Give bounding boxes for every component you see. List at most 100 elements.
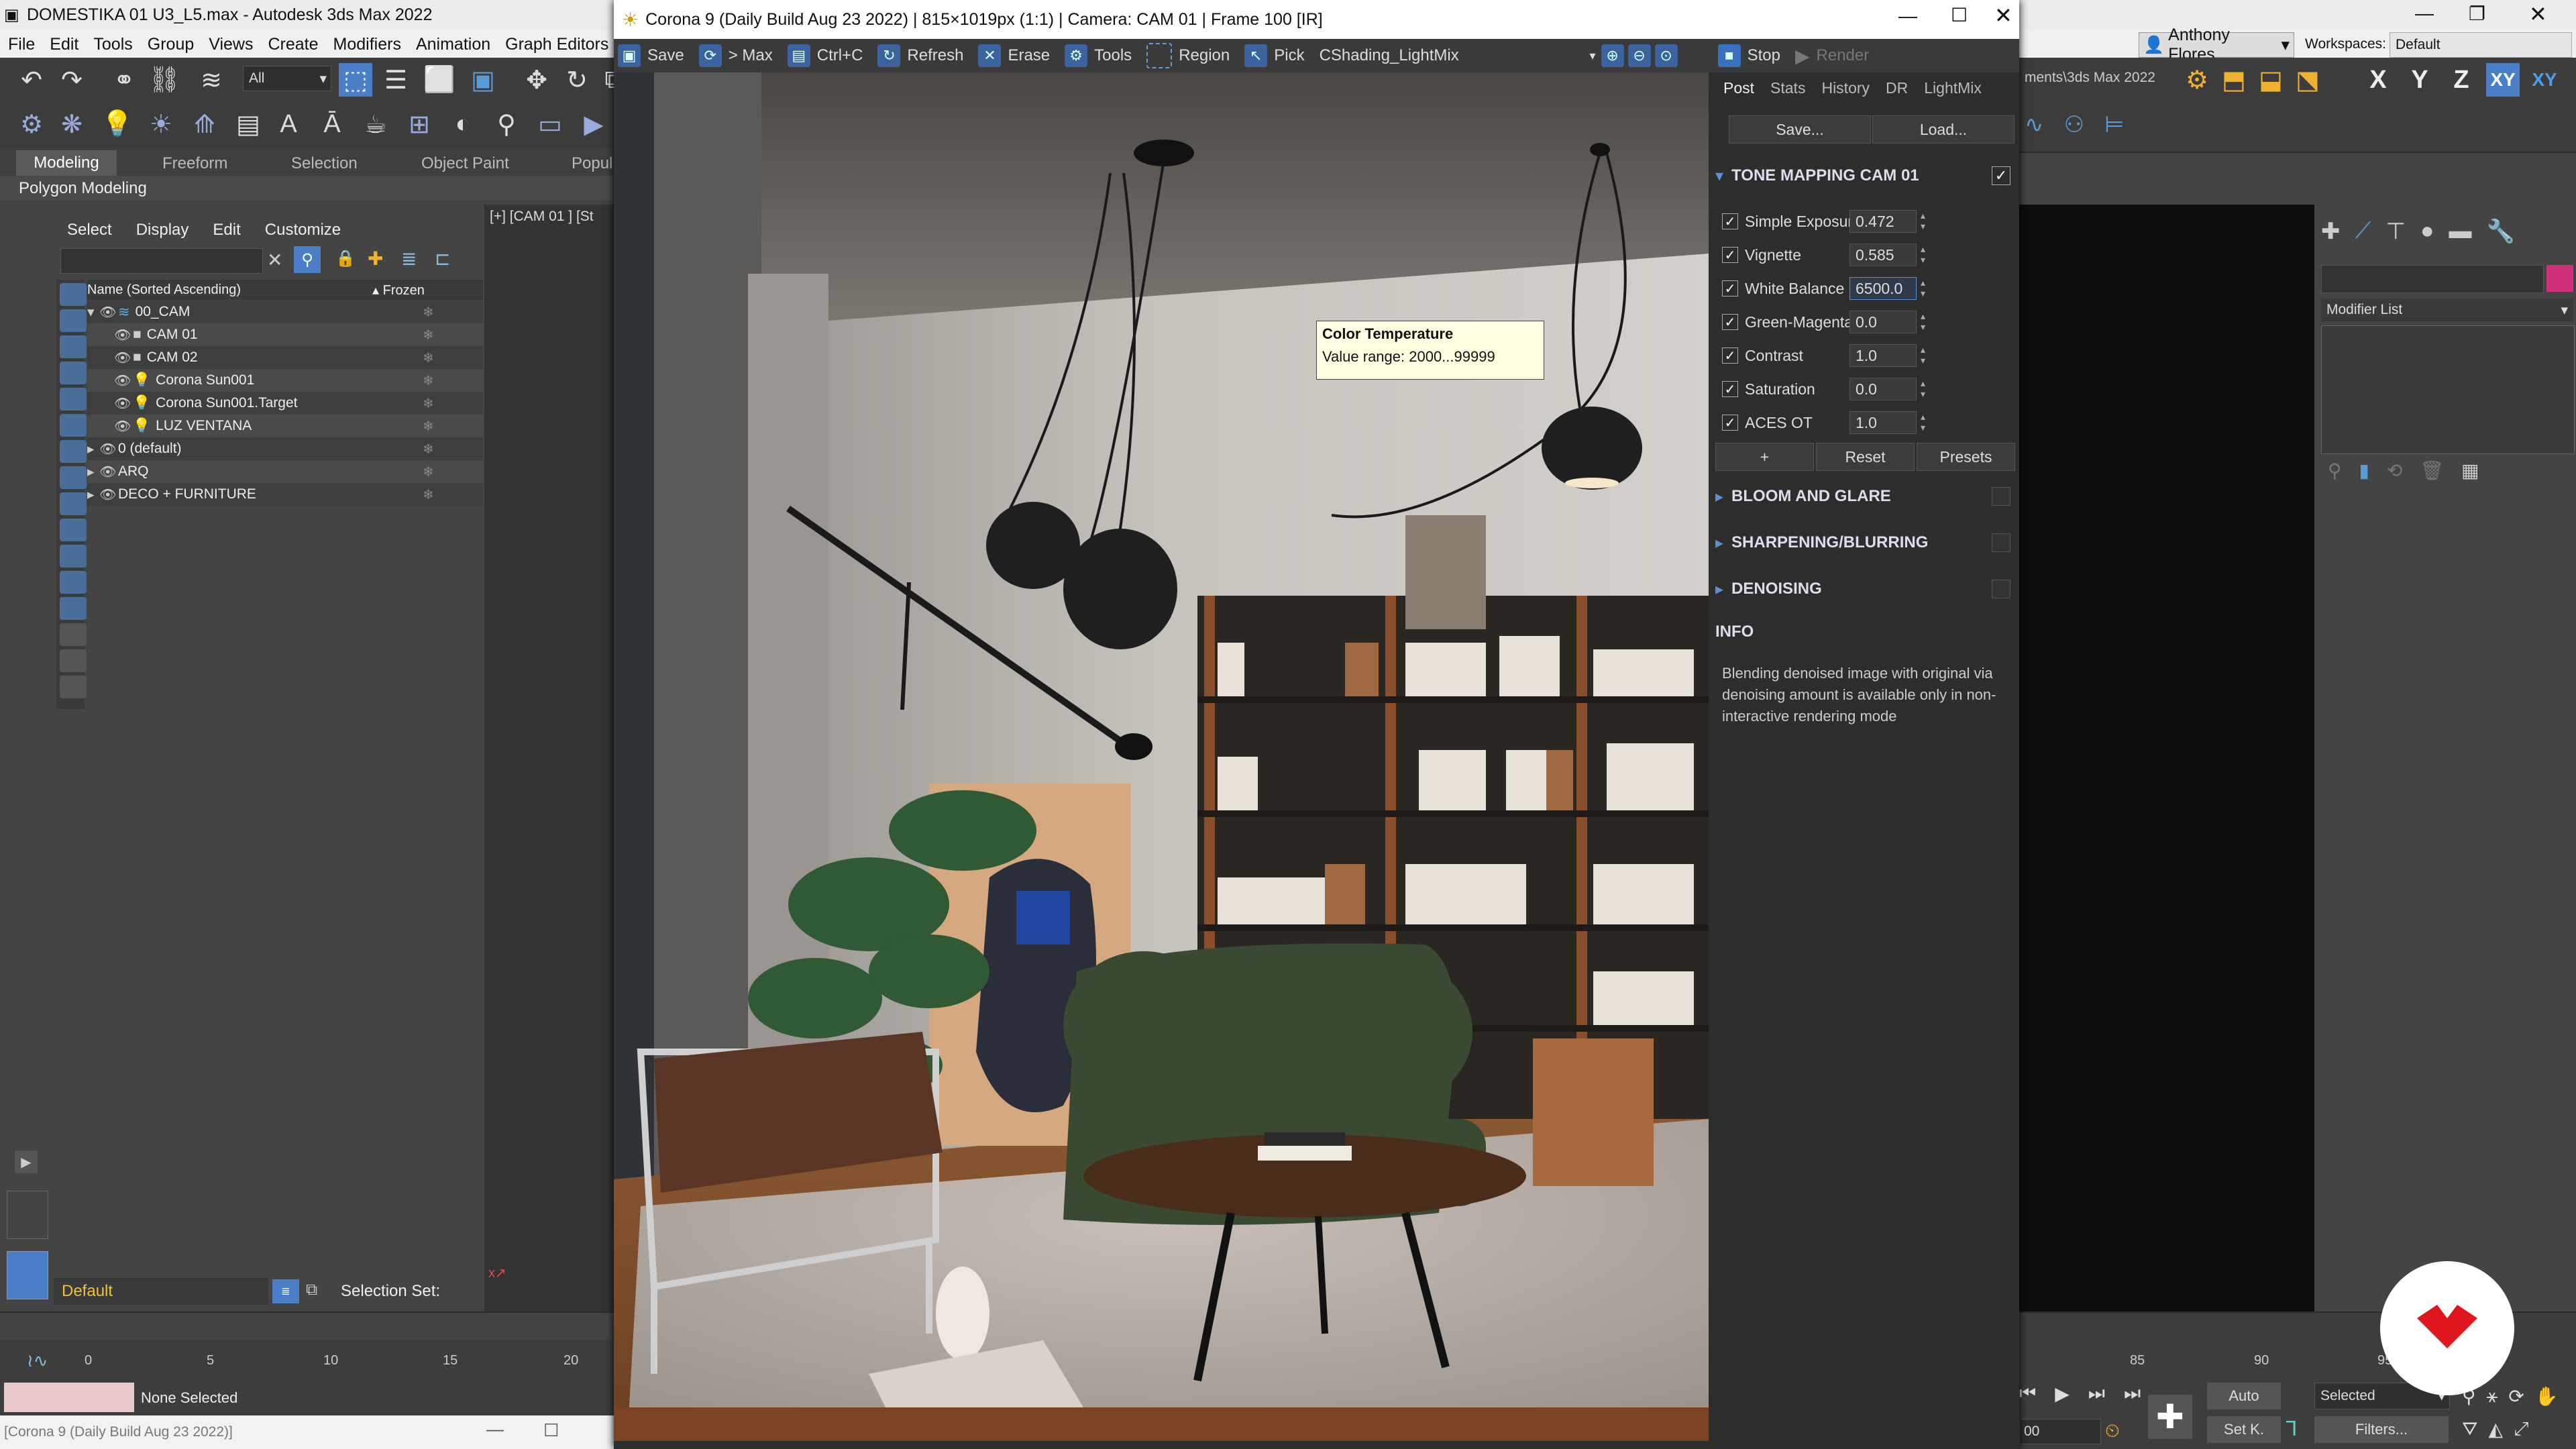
simple-exposure-input[interactable]: 0.472 (1849, 210, 1917, 233)
tab-post[interactable]: Post (1723, 79, 1754, 97)
object-name-input[interactable] (2321, 265, 2544, 293)
display-geometry-icon[interactable] (60, 309, 87, 332)
tree-item[interactable]: 👁 ■ CAM 01 ❄ (87, 323, 483, 346)
bloom-glare-header[interactable]: ▸ BLOOM AND GLARE (1715, 483, 2017, 510)
axis-z-button[interactable]: Z (2445, 63, 2478, 97)
layer-dropdown[interactable]: Default (54, 1278, 268, 1305)
minimize-icon[interactable]: — (1898, 5, 1917, 27)
text-tool-icon[interactable]: A (272, 107, 305, 141)
object-color-swatch[interactable] (2546, 265, 2573, 292)
zoom-fit-icon[interactable]: ⊙ (1654, 44, 1678, 67)
erase-button[interactable]: ✕ Erase (978, 44, 1050, 67)
layer-stack-icon[interactable]: ≣ (272, 1279, 299, 1303)
spinner-icon[interactable]: ▴ ▾ (1921, 411, 1933, 434)
current-frame-field[interactable]: 00 (2019, 1419, 2101, 1444)
explorer-menu-display[interactable]: Display (136, 221, 189, 239)
sharpening-blurring-header[interactable]: ▸ SHARPENING/BLURRING (1715, 529, 2017, 556)
green-magenta-tint-input[interactable]: 0.0 (1849, 311, 1917, 333)
frozen-column-header[interactable]: ▴ Frozen (372, 282, 425, 299)
render-element-dropdown[interactable]: CShading_LightMix ▾ (1320, 42, 1601, 69)
freeze-icon[interactable]: ❄ (423, 395, 434, 412)
axis-x-button[interactable]: X (2361, 63, 2395, 97)
eye-icon[interactable]: 👁 (99, 486, 118, 503)
saturation-checkbox[interactable]: ✓ (1722, 381, 1738, 397)
white-balance-input[interactable]: 6500.0 (1849, 277, 1917, 300)
white-balance-checkbox[interactable]: ✓ (1722, 280, 1738, 297)
menu-file[interactable]: File (8, 35, 35, 54)
menu-tools[interactable]: Tools (93, 35, 132, 54)
tree-item[interactable]: 👁 💡 Corona Sun001.Target ❄ (87, 392, 483, 415)
time-config-icon[interactable]: ⏲ (2105, 1420, 2120, 1442)
explorer-menu-edit[interactable]: Edit (213, 221, 240, 239)
scene-explorer-icon[interactable]: ⚙ (15, 107, 48, 141)
tree-item[interactable]: 👁 💡 LUZ VENTANA ❄ (87, 415, 483, 437)
render-frame-icon[interactable]: ⊞ (402, 107, 436, 141)
modifier-list-dropdown[interactable]: Modifier List ▾ (2321, 299, 2573, 321)
expand-icon[interactable]: ▸ (87, 441, 99, 458)
eye-icon[interactable]: 👁 (99, 441, 118, 458)
aces-ot-input[interactable]: 1.0 (1849, 411, 1917, 434)
tab-object-paint[interactable]: Object Paint (421, 154, 509, 173)
explorer-layout-icon[interactable] (7, 1191, 48, 1239)
freeze-icon[interactable]: ❄ (423, 464, 434, 480)
minimize-icon[interactable]: — (2415, 3, 2434, 24)
display-frozen-icon[interactable] (60, 571, 87, 594)
workspace-dropdown[interactable]: Default (2390, 32, 2572, 58)
display-all-icon[interactable] (60, 623, 87, 646)
configure-sets-icon[interactable]: ▦ (2461, 460, 2479, 482)
set-key-icon[interactable]: ✚ (2148, 1395, 2192, 1439)
display-groups-icon[interactable] (60, 466, 87, 489)
spinner-icon[interactable]: ▴ ▾ (1921, 378, 1933, 400)
freeze-icon[interactable]: ❄ (423, 372, 434, 389)
menu-graph-editors[interactable]: Graph Editors (505, 35, 608, 54)
tree-item[interactable]: ▸ 👁 0 (default) ❄ (87, 437, 483, 460)
layers-icon[interactable]: ≣ (401, 248, 417, 270)
light-icon[interactable]: 💡 (101, 107, 134, 141)
display-xrefs-icon[interactable] (60, 492, 87, 515)
eye-icon[interactable]: 👁 (114, 327, 133, 343)
spinner-snap-icon[interactable]: ⬔ (2291, 63, 2324, 97)
spinner-icon[interactable]: ▴ ▾ (1921, 210, 1933, 233)
display-tab-icon[interactable]: ▬ (2449, 218, 2471, 245)
field-of-view-icon[interactable]: ◭ (2489, 1418, 2504, 1440)
axis-y-button[interactable]: Y (2403, 63, 2436, 97)
sun-icon[interactable]: ☀ (144, 107, 178, 141)
teapot-render-icon[interactable]: ☕ (359, 107, 392, 141)
post-save-button[interactable]: Save... (1729, 115, 1871, 144)
viewport-right[interactable] (2019, 205, 2314, 1311)
align-icon[interactable]: ⊨ (2104, 111, 2125, 138)
filter-icon[interactable]: ⚲ (294, 246, 321, 273)
maximize-icon[interactable]: ☐ (1951, 4, 1968, 26)
denoising-header[interactable]: ▸ DENOISING (1715, 576, 2017, 602)
selection-set-icon[interactable]: ⧉ (306, 1281, 317, 1299)
modify-tab-icon[interactable]: ⟋ (2355, 218, 2371, 245)
frame-buffer-icon[interactable]: ▭ (533, 107, 567, 141)
select-object-icon[interactable]: ⬚ (339, 63, 372, 97)
unlink-icon[interactable]: ⛓ (148, 63, 181, 97)
eye-icon[interactable]: 👁 (114, 350, 133, 366)
eye-icon[interactable]: 👁 (114, 372, 133, 389)
clear-search-icon[interactable]: ✕ (267, 249, 282, 271)
reset-button[interactable]: Reset (1816, 443, 1915, 471)
show-end-result-icon[interactable]: ▮ (2359, 460, 2369, 482)
aces-ot-checkbox[interactable]: ✓ (1722, 415, 1738, 431)
bloom-glare-checkbox[interactable] (1992, 487, 2010, 506)
freeze-icon[interactable]: ❄ (423, 441, 434, 458)
render-image[interactable] (614, 72, 1709, 1441)
explorer-search-input[interactable] (60, 248, 263, 274)
display-cameras-icon[interactable] (60, 388, 87, 411)
freeze-icon[interactable]: ❄ (423, 327, 434, 343)
remove-modifier-icon[interactable]: 🗑 (2420, 460, 2444, 482)
play-icon[interactable]: ▶ (2055, 1383, 2070, 1405)
layer-explorer-toggle-icon[interactable] (7, 1251, 48, 1299)
menu-create[interactable]: Create (268, 35, 319, 54)
key-filters-icon[interactable]: ⅂ (2286, 1417, 2298, 1441)
tab-dr[interactable]: DR (1886, 79, 1908, 97)
post-load-button[interactable]: Load... (1872, 115, 2015, 144)
rect-selection-icon[interactable]: ⬜ (423, 63, 456, 97)
material-editor-icon[interactable]: ▤ (231, 107, 265, 141)
maxscript-listener[interactable] (4, 1383, 134, 1412)
polygon-modeling-label[interactable]: Polygon Modeling (19, 179, 147, 198)
axis-xy-button[interactable]: XY (2486, 63, 2520, 97)
time-slider[interactable] (0, 1313, 617, 1340)
